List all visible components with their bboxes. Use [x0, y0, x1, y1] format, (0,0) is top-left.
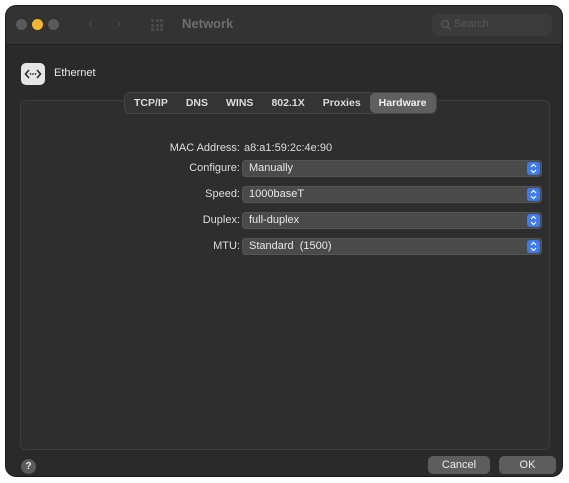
chevron-updown-icon: [527, 214, 540, 227]
chevron-updown-icon: [527, 162, 540, 175]
tab-8021x[interactable]: 802.1X: [262, 93, 313, 113]
tab-dns[interactable]: DNS: [177, 93, 217, 113]
ethernet-icon: [21, 63, 45, 85]
mac-address-value: a8:a1:59:2c:4e:90: [244, 142, 333, 154]
configure-popup[interactable]: Manually: [242, 160, 542, 177]
chevron-updown-icon: [527, 188, 540, 201]
cancel-button[interactable]: Cancel: [428, 456, 490, 474]
title-bar: ‹ › Network Search: [6, 6, 562, 45]
help-button[interactable]: ?: [21, 459, 36, 474]
back-button[interactable]: ‹: [88, 15, 93, 32]
tab-wins[interactable]: WINS: [217, 93, 262, 113]
search-icon: [440, 19, 451, 30]
mtu-value: Standard (1500): [249, 240, 332, 252]
mtu-popup[interactable]: Standard (1500): [242, 238, 542, 255]
close-window-button[interactable]: [16, 19, 27, 30]
configure-row: Configure: Manually: [6, 160, 562, 178]
device-name: Ethernet: [54, 67, 96, 79]
tab-tcpip[interactable]: TCP/IP: [125, 93, 177, 113]
speed-popup[interactable]: 1000baseT: [242, 186, 542, 203]
mac-address-label: MAC Address:: [169, 142, 240, 154]
tab-proxies[interactable]: Proxies: [314, 93, 370, 113]
minimize-window-button[interactable]: [32, 19, 43, 30]
duplex-label: Duplex:: [202, 214, 240, 226]
network-preferences-window: ‹ › Network Search Ethernet TCP/IP DNS W…: [6, 6, 562, 476]
duplex-row: Duplex: full-duplex: [6, 212, 562, 230]
forward-button[interactable]: ›: [116, 15, 121, 32]
duplex-popup[interactable]: full-duplex: [242, 212, 542, 229]
chevron-updown-icon: [527, 240, 540, 253]
zoom-window-button[interactable]: [48, 19, 59, 30]
configure-value: Manually: [249, 162, 294, 174]
ok-button[interactable]: OK: [499, 456, 556, 474]
duplex-value: full-duplex: [249, 214, 300, 226]
mtu-label: MTU:: [213, 240, 240, 252]
settings-tabs: TCP/IP DNS WINS 802.1X Proxies Hardware: [124, 92, 437, 114]
speed-row: Speed: 1000baseT: [6, 186, 562, 204]
search-field[interactable]: Search: [432, 14, 552, 36]
search-placeholder: Search: [454, 18, 489, 30]
mac-address-row: MAC Address: a8:a1:59:2c:4e:90: [6, 140, 562, 158]
tab-hardware[interactable]: Hardware: [369, 93, 436, 113]
window-title: Network: [182, 16, 234, 31]
speed-label: Speed:: [205, 188, 240, 200]
mtu-row: MTU: Standard (1500): [6, 238, 562, 256]
show-all-grid-icon[interactable]: [151, 19, 163, 31]
configure-label: Configure:: [189, 162, 240, 174]
speed-value: 1000baseT: [249, 188, 305, 200]
